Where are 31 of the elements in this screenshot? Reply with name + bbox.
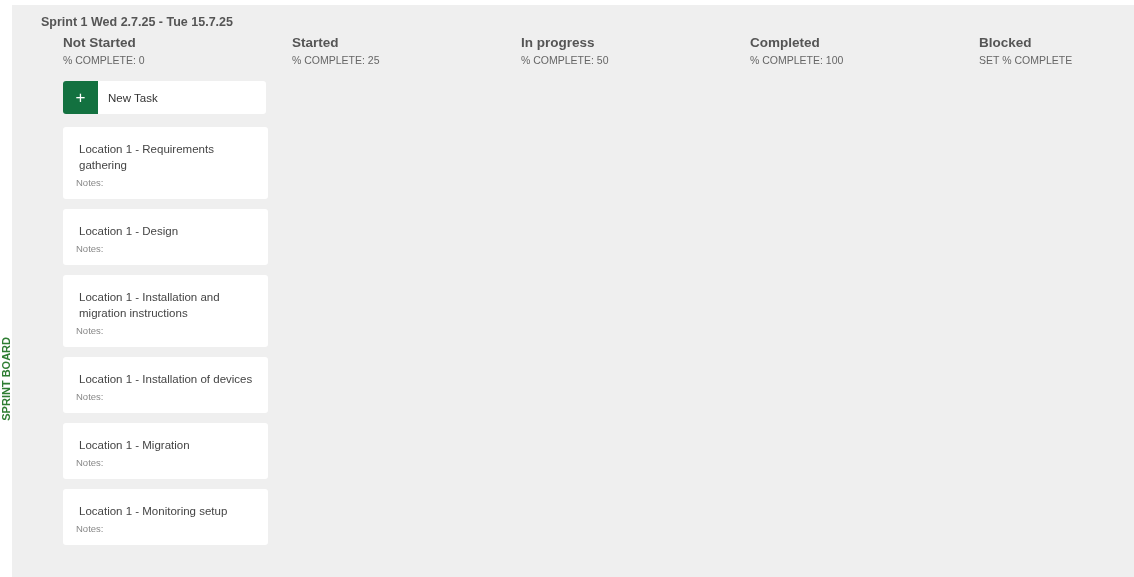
task-notes: Notes: [76, 457, 105, 468]
column-title: In progress [521, 35, 595, 50]
sprint-title: Sprint 1 Wed 2.7.25 - Tue 15.7.25 [41, 15, 234, 29]
task-title: Location 1 - Installation of devices [79, 372, 254, 387]
task-card[interactable]: Location 1 - Monitoring setup Notes: [63, 489, 268, 545]
task-card[interactable]: Location 1 - Migration Notes: [63, 423, 268, 479]
task-title: Location 1 - Requirements gathering [79, 142, 215, 173]
task-title: Location 1 - Migration [79, 438, 191, 453]
column-subtitle: SET % COMPLETE [979, 54, 1073, 66]
task-title: Location 1 - Installation and migration instructions [79, 290, 221, 321]
task-title: Location 1 - Monitoring setup [79, 504, 229, 519]
column-title: Started [292, 35, 339, 50]
task-card[interactable]: Location 1 - Design Notes: [63, 209, 268, 265]
task-card[interactable]: Location 1 - Requirements gathering Notes: [63, 127, 268, 199]
column-subtitle: % COMPLETE: 100 [750, 54, 844, 66]
column-subtitle: % COMPLETE: 0 [63, 54, 145, 66]
task-notes: Notes: [76, 243, 105, 254]
column-title: Blocked [979, 35, 1032, 50]
column-subtitle: % COMPLETE: 25 [292, 54, 380, 66]
task-title: Location 1 - Design [79, 224, 180, 239]
new-task-button[interactable]: + New Task [63, 81, 266, 114]
column-title: Not Started [63, 35, 136, 50]
column-title: Completed [750, 35, 820, 50]
task-card[interactable]: Location 1 - Installation of devices Notes: [63, 357, 268, 413]
task-notes: Notes: [76, 325, 105, 336]
task-notes: Notes: [76, 391, 105, 402]
board-label: SPRINT BOARD [0, 336, 12, 421]
task-notes: Notes: [76, 177, 105, 188]
column-subtitle: % COMPLETE: 50 [521, 54, 609, 66]
task-notes: Notes: [76, 523, 105, 534]
task-card[interactable]: Location 1 - Installation and migration instructions Notes: [63, 275, 268, 347]
